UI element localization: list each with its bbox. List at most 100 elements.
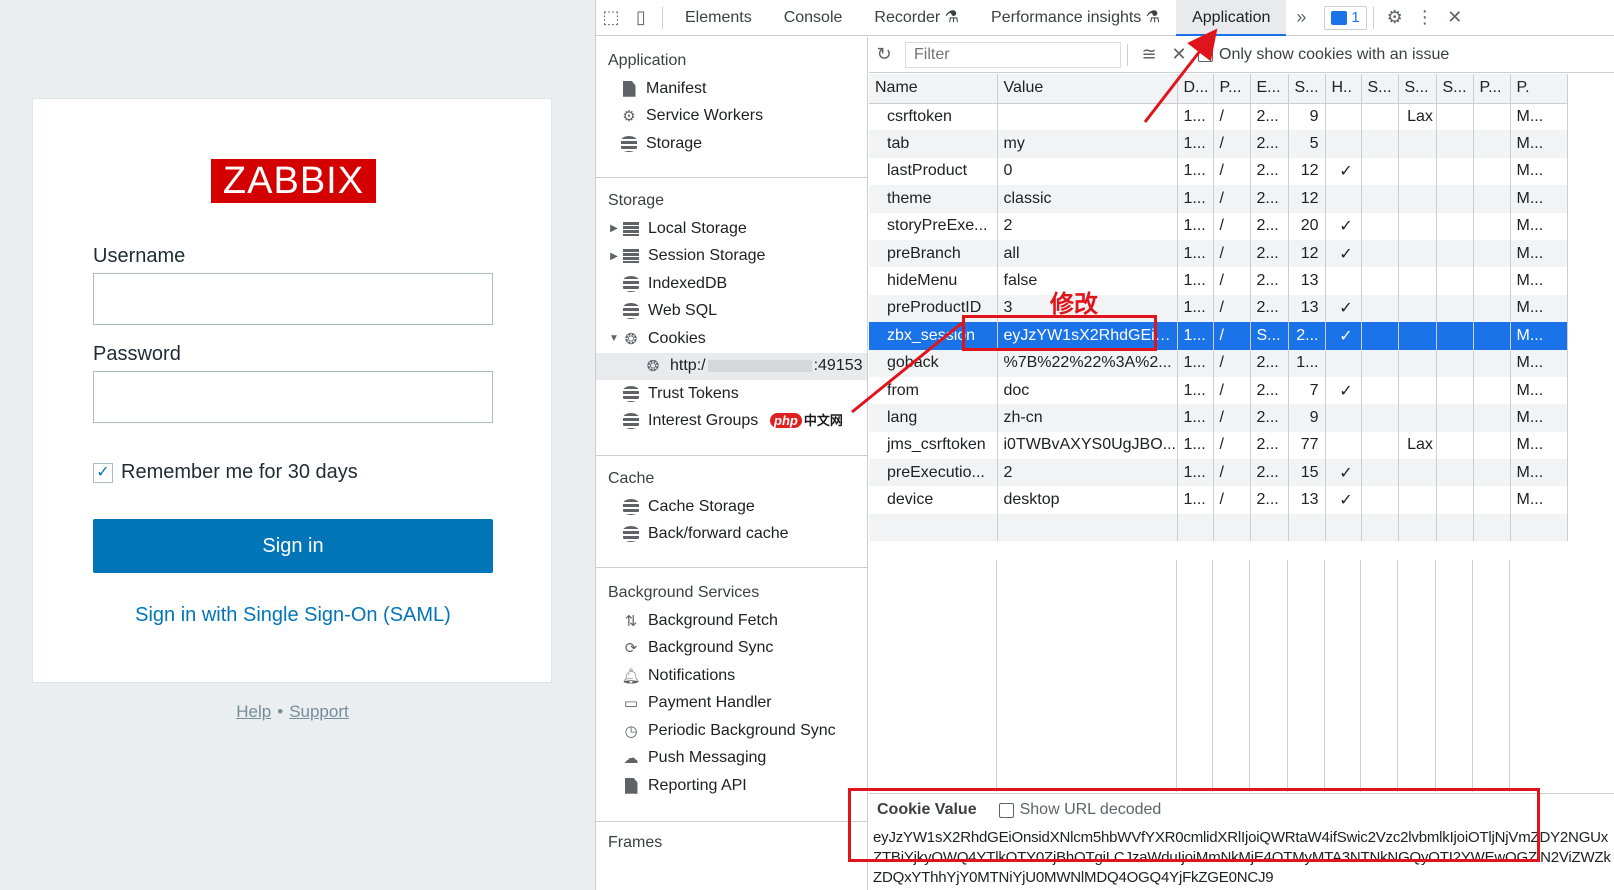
column-header[interactable]: S... bbox=[1398, 74, 1437, 104]
cookie-attribute-cell[interactable] bbox=[1398, 322, 1437, 350]
cookie-attribute-cell[interactable]: 2... bbox=[1250, 103, 1289, 131]
cookie-attribute-cell[interactable]: ✓ bbox=[1325, 239, 1362, 268]
cookie-attribute-cell[interactable]: 1... bbox=[1177, 322, 1214, 350]
cookie-attribute-cell[interactable] bbox=[1473, 349, 1511, 377]
cookie-attribute-cell[interactable]: / bbox=[1213, 431, 1251, 460]
cookie-attribute-cell[interactable]: 1... bbox=[1177, 349, 1214, 377]
cookie-row[interactable]: lastProduct 0 1.../2... 12 ✓ M... bbox=[869, 157, 1568, 186]
cookie-attribute-cell[interactable] bbox=[1325, 267, 1362, 295]
cookie-attribute-cell[interactable]: 9 bbox=[1288, 103, 1326, 131]
column-header[interactable]: D... bbox=[1177, 74, 1214, 104]
cookie-name-cell[interactable]: preBranch bbox=[869, 239, 998, 268]
cookie-value-cell[interactable]: classic bbox=[997, 185, 1178, 213]
sidebar-item-manifest[interactable]: Manifest bbox=[596, 75, 867, 103]
cookie-attribute-cell[interactable] bbox=[1436, 267, 1474, 295]
cookie-attribute-cell[interactable] bbox=[1473, 431, 1511, 460]
cookie-attribute-cell[interactable] bbox=[1398, 376, 1437, 405]
cookie-value-cell[interactable]: eyJzYW1sX2RhdGEiO... bbox=[997, 322, 1178, 350]
cookie-attribute-cell[interactable]: 1... bbox=[1177, 130, 1214, 158]
cookie-attribute-cell[interactable]: M... bbox=[1510, 459, 1568, 487]
cookie-attribute-cell[interactable] bbox=[1436, 239, 1474, 268]
cookie-attribute-cell[interactable]: Lax bbox=[1398, 431, 1437, 460]
sidebar-item-trust-tokens[interactable]: Trust Tokens bbox=[596, 380, 867, 408]
cookie-value-cell[interactable]: doc bbox=[997, 376, 1178, 405]
cookie-attribute-cell[interactable] bbox=[1398, 157, 1437, 186]
sidebar-item-bfcache[interactable]: Back/forward cache bbox=[596, 521, 867, 549]
cookie-attribute-cell[interactable]: 1... bbox=[1177, 157, 1214, 186]
cookie-attribute-cell[interactable]: ✓ bbox=[1325, 212, 1362, 240]
cookie-value-text[interactable]: eyJzYW1sX2RhdGEiOnsidXNlcm5hbWVfYXR0cmli… bbox=[873, 828, 1611, 890]
cookie-attribute-cell[interactable] bbox=[1361, 322, 1399, 350]
cookie-attribute-cell[interactable]: 1... bbox=[1177, 404, 1214, 432]
cookie-attribute-cell[interactable] bbox=[1325, 130, 1362, 158]
help-link[interactable]: Help bbox=[236, 702, 271, 721]
cookie-attribute-cell[interactable] bbox=[1361, 294, 1399, 323]
cookie-attribute-cell[interactable] bbox=[1361, 185, 1399, 213]
cookie-value-cell[interactable]: my bbox=[997, 130, 1178, 158]
cookie-attribute-cell[interactable]: 1... bbox=[1177, 486, 1214, 514]
cookie-attribute-cell[interactable]: 1... bbox=[1177, 294, 1214, 323]
cookie-value-cell[interactable]: %7B%22%22%3A%2... bbox=[997, 349, 1178, 377]
inspect-element-icon[interactable]: ⬚ bbox=[596, 0, 626, 36]
cookie-attribute-cell[interactable] bbox=[1436, 376, 1474, 405]
cookie-attribute-cell[interactable] bbox=[1473, 404, 1511, 432]
cookie-attribute-cell[interactable] bbox=[1473, 486, 1511, 514]
cookie-attribute-cell[interactable] bbox=[1473, 294, 1511, 323]
more-tabs-icon[interactable]: » bbox=[1286, 0, 1316, 36]
cookie-attribute-cell[interactable] bbox=[1361, 376, 1399, 405]
cookie-attribute-cell[interactable]: 1... bbox=[1177, 239, 1214, 268]
show-url-decoded-checkbox[interactable] bbox=[998, 802, 1014, 818]
cookie-attribute-cell[interactable]: / bbox=[1213, 376, 1251, 405]
tab-performance-insights[interactable]: Performance insights ⚗ bbox=[975, 0, 1176, 36]
cookie-row[interactable]: preProductID 3 1.../2... 13 ✓ M... bbox=[869, 294, 1568, 323]
cookie-attribute-cell[interactable] bbox=[1398, 294, 1437, 323]
cookie-row[interactable]: jms_csrftoken i0TWBvAXYS0UgJBO... 1.../2..… bbox=[869, 431, 1568, 460]
cookie-attribute-cell[interactable] bbox=[1398, 349, 1437, 377]
sidebar-item-interest-groups[interactable]: Interest Groups php 中文网 bbox=[596, 408, 867, 436]
cookie-attribute-cell[interactable] bbox=[1361, 157, 1399, 186]
cookie-attribute-cell[interactable] bbox=[1361, 239, 1399, 268]
cookie-value-cell[interactable]: 2 bbox=[997, 459, 1178, 487]
cookie-attribute-cell[interactable]: 1... bbox=[1177, 185, 1214, 213]
sidebar-item-push-messaging[interactable]: ☁ Push Messaging bbox=[596, 745, 867, 773]
cookie-attribute-cell[interactable] bbox=[1398, 212, 1437, 240]
password-input[interactable] bbox=[93, 371, 493, 423]
cookie-attribute-cell[interactable]: / bbox=[1213, 322, 1251, 350]
cookie-attribute-cell[interactable]: 1... bbox=[1288, 349, 1326, 377]
cookie-attribute-cell[interactable]: 2... bbox=[1250, 185, 1289, 213]
cookie-attribute-cell[interactable]: M... bbox=[1510, 322, 1568, 350]
cookie-name-cell[interactable]: tab bbox=[869, 130, 998, 158]
cookie-attribute-cell[interactable]: 2... bbox=[1250, 431, 1289, 460]
cookie-attribute-cell[interactable]: S... bbox=[1250, 322, 1289, 350]
cookie-attribute-cell[interactable] bbox=[1436, 103, 1474, 131]
cookie-value-cell[interactable]: zh-cn bbox=[997, 404, 1178, 432]
cookie-attribute-cell[interactable] bbox=[1325, 431, 1362, 460]
cookie-attribute-cell[interactable] bbox=[1473, 459, 1511, 487]
cookie-attribute-cell[interactable]: M... bbox=[1510, 103, 1568, 131]
cookie-name-cell[interactable]: hideMenu bbox=[869, 267, 998, 295]
cookie-attribute-cell[interactable]: / bbox=[1213, 459, 1251, 487]
device-toolbar-icon[interactable]: ▯ bbox=[626, 0, 656, 36]
cookie-attribute-cell[interactable]: 7 bbox=[1288, 376, 1326, 405]
cookie-row[interactable]: zbx_session eyJzYW1sX2RhdGEiO... 1... / S...… bbox=[869, 322, 1568, 350]
cookie-attribute-cell[interactable]: M... bbox=[1510, 267, 1568, 295]
cookie-attribute-cell[interactable] bbox=[1325, 185, 1362, 213]
cookie-attribute-cell[interactable]: Lax bbox=[1398, 103, 1437, 131]
column-header[interactable]: P... bbox=[1473, 74, 1511, 104]
cookie-attribute-cell[interactable]: ✓ bbox=[1325, 294, 1362, 323]
cookie-attribute-cell[interactable] bbox=[1436, 349, 1474, 377]
cookie-attribute-cell[interactable]: / bbox=[1213, 267, 1251, 295]
cookie-attribute-cell[interactable]: 1... bbox=[1177, 103, 1214, 131]
cookie-attribute-cell[interactable]: M... bbox=[1510, 349, 1568, 377]
sidebar-item-notifications[interactable]: 🔔︎ Notifications bbox=[596, 662, 867, 690]
issues-badge[interactable]: 1 bbox=[1324, 5, 1367, 30]
cookie-attribute-cell[interactable]: 2... bbox=[1250, 130, 1289, 158]
cookie-attribute-cell[interactable] bbox=[1398, 185, 1437, 213]
cookie-attribute-cell[interactable]: 1... bbox=[1177, 431, 1214, 460]
cookie-attribute-cell[interactable] bbox=[1361, 486, 1399, 514]
tab-elements[interactable]: Elements bbox=[669, 0, 768, 36]
cookie-attribute-cell[interactable]: ✓ bbox=[1325, 486, 1362, 514]
cookie-attribute-cell[interactable]: 2... bbox=[1250, 486, 1289, 514]
kebab-menu-icon[interactable]: ⋮ bbox=[1410, 0, 1440, 36]
cookie-attribute-cell[interactable]: 2... bbox=[1250, 267, 1289, 295]
